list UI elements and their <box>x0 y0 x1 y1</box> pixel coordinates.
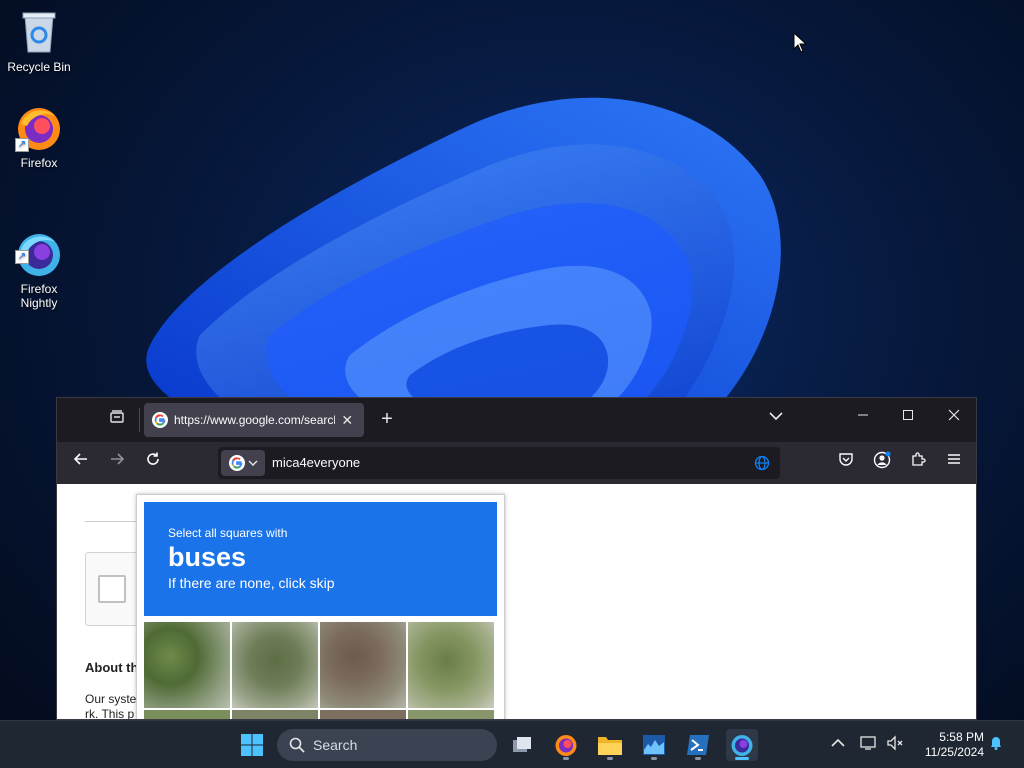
desktop-icon-label: Firefox Nightly <box>20 282 58 310</box>
recaptcha-checkbox[interactable] <box>98 575 126 603</box>
clock-date: 11/25/2024 <box>924 745 984 759</box>
taskbar-search-box[interactable]: Search <box>277 729 497 761</box>
challenge-tile[interactable] <box>232 622 318 708</box>
navigation-toolbar: mica4everyone <box>57 442 976 484</box>
notifications-bell-icon[interactable] <box>988 735 1004 754</box>
firefox-view-icon <box>110 410 124 423</box>
taskbar-powershell[interactable] <box>682 729 714 761</box>
show-hidden-icons-chevron-icon[interactable] <box>831 735 845 751</box>
challenge-instruction: Select all squares with <box>168 526 288 540</box>
challenge-tile[interactable] <box>320 622 406 708</box>
challenge-hint: If there are none, click skip <box>168 575 335 591</box>
folder-icon <box>598 737 622 755</box>
firefox-icon: ↗ <box>15 104 63 152</box>
clock-time: 5:58 PM <box>939 730 984 744</box>
back-arrow-icon <box>73 453 87 465</box>
url-input[interactable]: mica4everyone <box>272 455 360 470</box>
challenge-target: buses <box>168 542 247 572</box>
challenge-tile[interactable] <box>232 710 318 719</box>
taskbar: Search 5:58 PM 11/25/2024 <box>0 720 1024 768</box>
close-icon <box>948 409 960 421</box>
system-clock[interactable]: 5:58 PM 11/25/2024 <box>916 730 984 760</box>
windows-logo-icon <box>241 734 263 756</box>
challenge-tile[interactable] <box>144 710 230 719</box>
running-indicator <box>695 757 701 760</box>
tab-google-search[interactable]: https://www.google.com/search ✕ <box>144 403 364 437</box>
minimize-icon <box>858 414 868 416</box>
challenge-tile[interactable] <box>408 622 494 708</box>
search-icon <box>289 737 305 753</box>
reload-icon <box>147 452 159 465</box>
desktop-icon-firefox[interactable]: ↗ Firefox <box>1 104 77 170</box>
shortcut-arrow-icon: ↗ <box>15 138 29 152</box>
forward-button[interactable] <box>105 451 129 475</box>
tab-title: https://www.google.com/search <box>174 413 335 427</box>
volume-muted-icon[interactable] <box>886 735 904 754</box>
pocket-icon <box>839 453 853 466</box>
chevron-down-icon <box>248 460 257 466</box>
firefox-icon <box>555 735 577 756</box>
desktop-icon-label: Recycle Bin <box>7 60 71 74</box>
desktop-icon-firefox-nightly[interactable]: ↗ Firefox Nightly <box>1 202 77 324</box>
maximize-button[interactable] <box>888 402 928 430</box>
hamburger-menu-icon <box>948 454 960 464</box>
translate-globe-icon[interactable] <box>754 455 770 471</box>
extensions-button[interactable] <box>906 451 930 475</box>
firefox-nightly-icon: ↗ <box>15 216 63 276</box>
google-favicon-icon <box>152 412 168 428</box>
close-window-button[interactable] <box>934 402 974 430</box>
wallpaper-bloom <box>146 97 781 405</box>
running-indicator <box>563 757 569 760</box>
taskbar-file-explorer[interactable] <box>594 729 626 761</box>
task-view-button[interactable] <box>506 729 538 761</box>
powershell-icon <box>687 735 709 755</box>
about-heading: About th <box>85 660 139 675</box>
challenge-tile[interactable] <box>408 710 494 719</box>
performance-monitor-icon <box>643 735 665 755</box>
challenge-tile[interactable] <box>144 622 230 708</box>
page-content: About th Our syste rk. This p Select all… <box>57 484 976 719</box>
running-indicator <box>607 757 613 760</box>
tab-bar: https://www.google.com/search ✕ + <box>57 398 976 442</box>
list-all-tabs-chevron-icon[interactable] <box>769 410 783 424</box>
firefox-window: https://www.google.com/search ✕ + mica4e… <box>56 397 977 720</box>
maximize-icon <box>903 410 913 420</box>
puzzle-icon <box>912 452 926 466</box>
minimize-button[interactable] <box>843 402 883 430</box>
desktop-icon-recycle-bin[interactable]: Recycle Bin <box>1 8 77 74</box>
address-bar[interactable]: mica4everyone <box>218 447 780 479</box>
challenge-tile[interactable] <box>320 710 406 719</box>
google-icon <box>228 455 245 471</box>
app-menu-button[interactable] <box>942 451 966 475</box>
desktop-icon-label: Firefox <box>20 156 58 170</box>
pocket-button[interactable] <box>834 451 858 475</box>
firefox-view-button[interactable] <box>105 408 129 432</box>
taskbar-firefox-nightly[interactable] <box>726 729 758 761</box>
search-engine-selector[interactable] <box>221 450 265 476</box>
mouse-cursor-icon <box>793 32 807 53</box>
tab-divider <box>139 408 140 432</box>
account-button[interactable] <box>870 451 894 475</box>
forward-arrow-icon <box>111 453 125 465</box>
reload-button[interactable] <box>141 451 165 475</box>
recycle-bin-icon <box>15 8 63 56</box>
search-label: Search <box>313 737 358 753</box>
shortcut-arrow-icon: ↗ <box>15 250 29 264</box>
running-indicator <box>735 757 749 760</box>
firefox-nightly-icon <box>731 735 753 756</box>
taskbar-firefox[interactable] <box>550 729 582 761</box>
running-indicator <box>651 757 657 760</box>
tab-close-icon[interactable]: ✕ <box>339 412 356 429</box>
taskbar-resource-monitor[interactable] <box>638 729 670 761</box>
back-button[interactable] <box>69 451 93 475</box>
new-tab-button[interactable]: + <box>375 408 399 432</box>
account-icon <box>873 451 891 469</box>
task-view-icon <box>513 737 531 752</box>
recaptcha-challenge-popup: Select all squares with buses If there a… <box>136 494 505 719</box>
start-button[interactable] <box>236 729 268 761</box>
network-icon[interactable] <box>860 735 878 754</box>
challenge-header: Select all squares with buses If there a… <box>144 502 497 616</box>
